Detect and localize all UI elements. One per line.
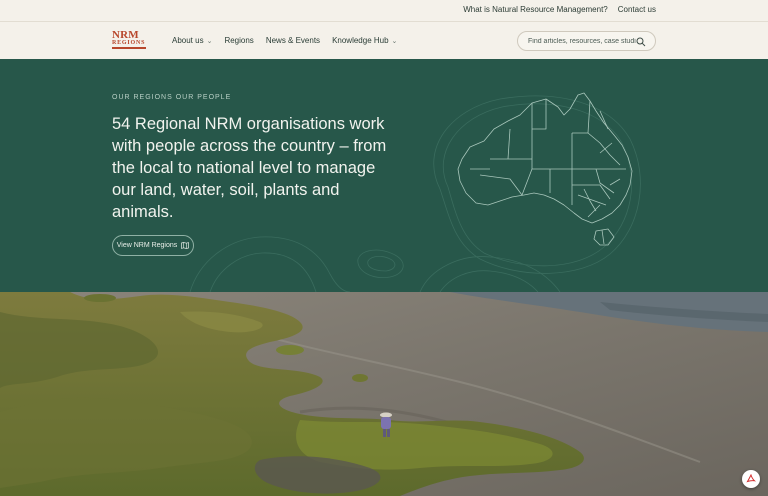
utility-bar: What is Natural Resource Management? Con… [0,0,768,22]
nrm-regions-logo[interactable]: NRM REGIONS [112,30,146,52]
view-nrm-regions-label: View NRM Regions [116,242,178,249]
search-input[interactable] [528,36,636,47]
search-box[interactable] [517,31,656,51]
pdf-download-button[interactable] [742,470,760,488]
pdf-icon [746,474,756,483]
hero-eyebrow: OUR REGIONS OUR PEOPLE [112,94,232,101]
nav-item-label: Regions [224,36,254,45]
nav-item-label: Knowledge Hub [332,36,389,45]
logo-rule [112,47,146,49]
logo-line1: NRM [112,29,139,41]
nav-item-about-us[interactable]: About us ⌄ [172,36,212,45]
chevron-down-icon: ⌄ [206,37,213,45]
hero-photo-aerial-wetland [0,292,768,496]
nav-item-label: About us [172,36,204,45]
utility-link-contact[interactable]: Contact us [618,5,656,14]
hero-section: OUR REGIONS OUR PEOPLE 54 Regional NRM o… [0,59,768,292]
view-nrm-regions-button[interactable]: View NRM Regions [112,235,194,256]
utility-links: What is Natural Resource Management? Con… [463,5,656,14]
map-icon [181,242,190,249]
chevron-down-icon: ⌄ [391,37,398,45]
logo-line2: REGIONS [112,40,146,46]
nav-item-news-events[interactable]: News & Events [266,36,320,45]
search-icon[interactable] [636,37,646,47]
hero-headline: 54 Regional NRM organisations work with … [112,115,387,221]
utility-link-what-is-nrm[interactable]: What is Natural Resource Management? [463,5,608,14]
main-nav: NRM REGIONS About us ⌄ Regions News & Ev… [0,22,768,59]
nav-item-knowledge-hub[interactable]: Knowledge Hub ⌄ [332,36,397,45]
nav-menu: About us ⌄ Regions News & Events Knowled… [172,36,397,45]
australia-regions-map[interactable] [450,89,650,259]
nav-item-label: News & Events [265,36,321,45]
wetland-image [0,292,768,496]
nav-item-regions[interactable]: Regions [224,36,253,45]
